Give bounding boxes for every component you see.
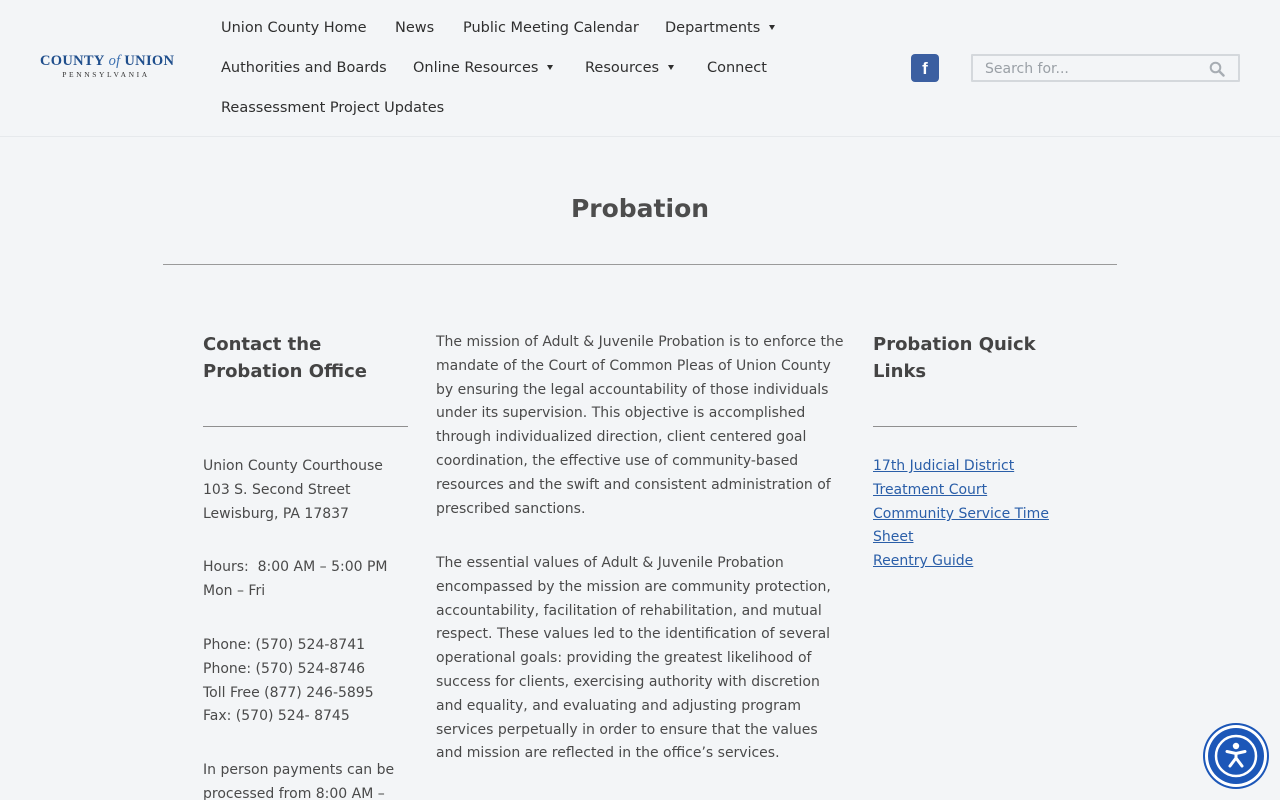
values-paragraph: The essential values of Adult & Juvenile… (436, 555, 831, 762)
link-treatment-court[interactable]: Treatment Court (873, 478, 987, 502)
search-icon[interactable] (1209, 61, 1225, 77)
address-line: 103 S. Second Street (203, 482, 351, 498)
quick-links-divider (873, 426, 1077, 427)
address-line: Union County Courthouse (203, 458, 383, 474)
nav-authorities-and-boards[interactable]: Authorities and Boards (221, 58, 387, 78)
nav-connect[interactable]: Connect (707, 58, 767, 78)
logo-wordmark: County of Union (40, 53, 175, 69)
mission-paragraph: The mission of Adult & Juvenile Probatio… (436, 334, 844, 517)
county-logo[interactable]: County of Union PENNSYLVANIA (40, 52, 180, 86)
contact-heading-line1: Contact the (203, 334, 322, 355)
nav-departments[interactable]: Departments (665, 18, 776, 38)
caret-down-icon (769, 25, 776, 30)
page-title: Probation (570, 194, 710, 223)
hours-line: Hours: 8:00 AM – 5:00 PM (203, 559, 388, 575)
payments-line: In person payments can be (203, 762, 395, 778)
nav-online-resources-label: Online Resources (413, 60, 539, 76)
link-community-service-time-sheet-cont[interactable]: Sheet (873, 525, 913, 549)
nav-public-meeting-calendar[interactable]: Public Meeting Calendar (463, 18, 639, 38)
link-reentry-guide[interactable]: Reentry Guide (873, 549, 973, 573)
link-community-service-time-sheet[interactable]: Community Service Time (873, 502, 1049, 526)
quick-links-heading-line2: Links (873, 361, 927, 382)
search-input[interactable] (985, 59, 1205, 79)
logo-subtitle: PENNSYLVANIA (62, 70, 150, 79)
days-line: Mon – Fri (203, 583, 266, 599)
site-header: County of Union PENNSYLVANIA Union Count… (0, 0, 1280, 137)
nav-union-county-home[interactable]: Union County Home (221, 18, 367, 38)
payments-line: processed from 8:00 AM – (203, 786, 385, 800)
fax-line: Fax: (570) 524- 8745 (203, 708, 350, 724)
nav-reassessment-project-updates[interactable]: Reassessment Project Updates (221, 98, 444, 118)
toll-free-line: Toll Free (877) 246-5895 (203, 685, 374, 701)
phone-line: Phone: (570) 524-8746 (203, 661, 366, 677)
facebook-button[interactable]: f (911, 54, 939, 82)
caret-down-icon (668, 65, 675, 70)
address-line: Lewisburg, PA 17837 (203, 506, 349, 522)
nav-resources[interactable]: Resources (585, 58, 675, 78)
nav-departments-label: Departments (665, 20, 761, 36)
contact-divider (203, 426, 408, 427)
contact-heading-line2: Probation Office (203, 361, 367, 382)
contact-heading: Contact the Probation Office (203, 331, 367, 385)
search-form (971, 54, 1240, 82)
accessibility-icon (1214, 734, 1258, 778)
accessibility-button[interactable] (1208, 728, 1264, 784)
phone-line: Phone: (570) 524-8741 (203, 637, 366, 653)
quick-links-heading: Probation Quick Links (873, 331, 1036, 385)
caret-down-icon (547, 65, 554, 70)
nav-news[interactable]: News (395, 18, 434, 38)
facebook-icon: f (922, 59, 928, 78)
link-17th-judicial-district[interactable]: 17th Judicial District (873, 454, 1014, 478)
nav-resources-label: Resources (585, 60, 660, 76)
title-divider (163, 264, 1117, 265)
nav-online-resources[interactable]: Online Resources (413, 58, 554, 78)
quick-links-heading-line1: Probation Quick (873, 334, 1036, 355)
